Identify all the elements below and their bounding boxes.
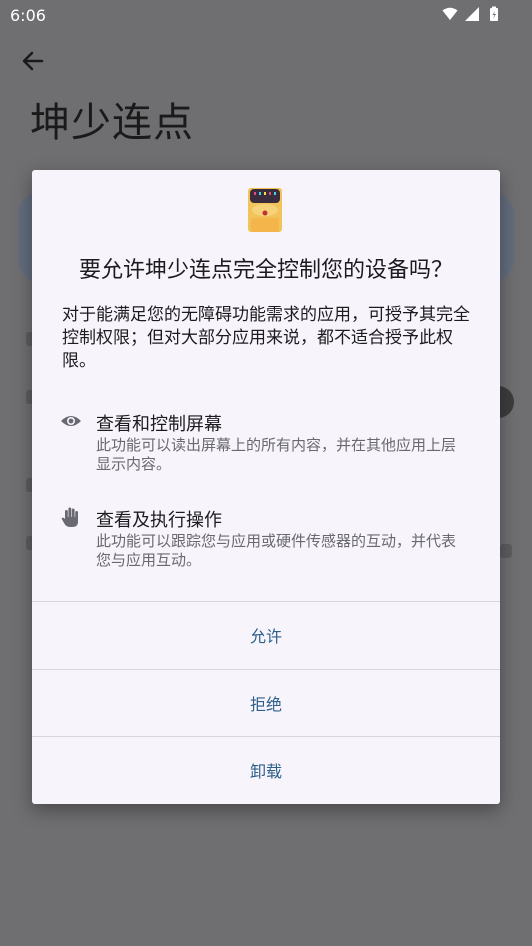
allow-button[interactable]: 允许 bbox=[32, 602, 500, 668]
permission-description: 此功能可以读出屏幕上的所有内容，并在其他应用上层显示内容。 bbox=[96, 436, 457, 473]
uninstall-button[interactable]: 卸载 bbox=[32, 737, 500, 803]
app-title: 坤少连点 bbox=[30, 100, 194, 146]
eye-icon bbox=[61, 416, 81, 426]
signal-icon bbox=[465, 7, 479, 21]
permission-description: 此功能可以跟踪您与应用或硬件传感器的互动，并代表您与应用互动。 bbox=[96, 532, 457, 569]
app-icon bbox=[248, 188, 282, 232]
deny-button[interactable]: 拒绝 bbox=[32, 670, 500, 736]
battery-icon bbox=[490, 6, 498, 21]
dialog-description: 对于能满足您的无障碍功能需求的应用，可授予其完全控制权限；但对大部分应用来说，都… bbox=[62, 305, 470, 371]
status-icons bbox=[442, 6, 502, 22]
accessibility-permission-dialog: 要允许坤少连点完全控制您的设备吗？ 对于能满足您的无障碍功能需求的应用，可授予其… bbox=[32, 170, 500, 804]
permission-title: 查看及执行操作 bbox=[96, 510, 222, 531]
background-text-fragment bbox=[500, 544, 512, 558]
back-arrow-icon[interactable] bbox=[20, 48, 46, 74]
hand-icon bbox=[61, 507, 78, 527]
status-bar: 6:06 bbox=[0, 0, 532, 30]
wifi-icon bbox=[442, 7, 458, 20]
permission-title: 查看和控制屏幕 bbox=[96, 414, 222, 435]
status-time: 6:06 bbox=[10, 6, 46, 25]
dialog-title: 要允许坤少连点完全控制您的设备吗？ bbox=[78, 258, 453, 283]
